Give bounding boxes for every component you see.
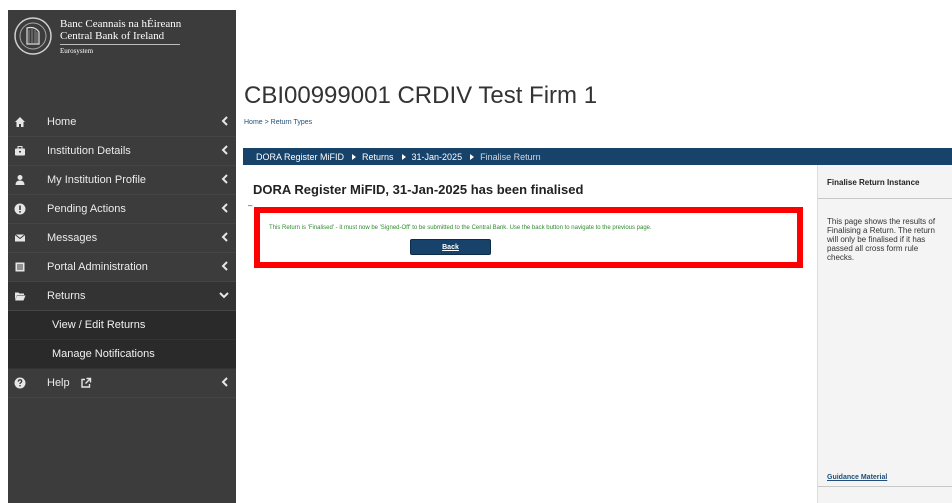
help-panel: Finalise Return Instance This page shows… [817,165,952,503]
help-panel-line: This page shows the results of [827,217,936,226]
highlight-box: This Return is 'Finalised' - it must now… [254,207,803,268]
briefcase-icon [14,145,26,157]
dash-separator: – [248,201,253,210]
chevron-left-icon [221,145,228,155]
sidebar-item-messages[interactable]: Messages [8,224,236,253]
chevron-left-icon [221,116,228,126]
question-icon [14,377,26,389]
triangle-right-icon [352,153,357,160]
chevron-left-icon [221,174,228,184]
sidebar-item-label: Portal Administration [47,261,148,273]
home-icon [14,116,26,128]
sidebar-item-institution-details[interactable]: Institution Details [8,137,236,166]
back-button[interactable]: Back [410,239,491,255]
logo-wordmark: Banc Ceannais na hÉireann Central Bank o… [60,18,181,57]
sidebar-item-home[interactable]: Home [8,108,236,137]
chevron-left-icon [221,377,228,387]
sidebar-item-pending-actions[interactable]: Pending Actions [8,195,236,224]
guidance-material-link[interactable]: Guidance Material [818,463,952,487]
harp-seal-icon [14,17,52,55]
chevron-left-icon [221,261,228,271]
sidebar-subitem-view-edit-returns[interactable]: View / Edit Returns [8,311,236,340]
external-link-icon [81,377,92,388]
sidebar-item-returns[interactable]: Returns [8,282,236,311]
list-icon [14,261,26,273]
sidebar-item-label: Messages [47,232,98,244]
chevron-left-icon [221,203,228,213]
chevron-left-icon [221,232,228,242]
triangle-right-icon [470,153,475,160]
help-panel-body: This page shows the results of Finalisin… [827,217,952,262]
sidebar-nav: Home Institution Details My Institution … [8,108,236,398]
sidebar-subitem-manage-notifications[interactable]: Manage Notifications [8,340,236,369]
page-title: CBI00999001 CRDIV Test Firm 1 [244,82,598,109]
central-bank-logo[interactable]: Banc Ceannais na hÉireann Central Bank o… [8,10,236,76]
sidebar-item-label: My Institution Profile [47,174,147,186]
app-window: Banc Ceannais na hÉireann Central Bank o… [0,0,952,503]
sidebar-item-my-institution-profile[interactable]: My Institution Profile [8,166,236,195]
return-nav-bar: DORA Register MiFID Returns 31-Jan-2025 … [243,148,952,165]
help-panel-line: passed all cross form rule [827,244,919,253]
help-panel-title: Finalise Return Instance [818,165,952,199]
nav-bar-returns[interactable]: Returns [362,152,394,162]
nav-bar-date[interactable]: 31-Jan-2025 [412,152,463,162]
user-icon [14,174,26,186]
chevron-down-icon [219,292,229,299]
triangle-right-icon [401,153,406,160]
sidebar-item-help[interactable]: Help [8,369,236,398]
nav-bar-return-name[interactable]: DORA Register MiFID [256,152,344,162]
logo-irish-name: Banc Ceannais na hÉireann [60,18,182,30]
nav-bar-current-step: Finalise Return [480,151,541,162]
sidebar-item-label: Home [47,116,77,128]
sidebar-item-label: Pending Actions [47,203,126,215]
envelope-icon [14,232,26,244]
sidebar: Banc Ceannais na hÉireann Central Bank o… [8,10,236,503]
help-panel-line: Finalising a Return. The return [827,226,935,235]
sidebar-item-label: Help [47,377,70,389]
exclamation-icon [14,203,26,215]
help-panel-line: will only be finalised if it has [827,235,926,244]
sidebar-item-label: Returns [47,290,86,302]
finalised-message: This Return is 'Finalised' - it must now… [269,225,652,231]
breadcrumb[interactable]: Home > Return Types [244,119,312,126]
sidebar-item-portal-administration[interactable]: Portal Administration [8,253,236,282]
sidebar-item-label: Institution Details [47,145,131,157]
finalised-heading: DORA Register MiFID, 31-Jan-2025 has bee… [253,182,584,197]
logo-eurosystem: Eurosystem [60,47,94,55]
folder-open-icon [14,290,26,302]
help-panel-line: checks. [827,253,855,262]
logo-english-name: Central Bank of Ireland [60,30,180,45]
